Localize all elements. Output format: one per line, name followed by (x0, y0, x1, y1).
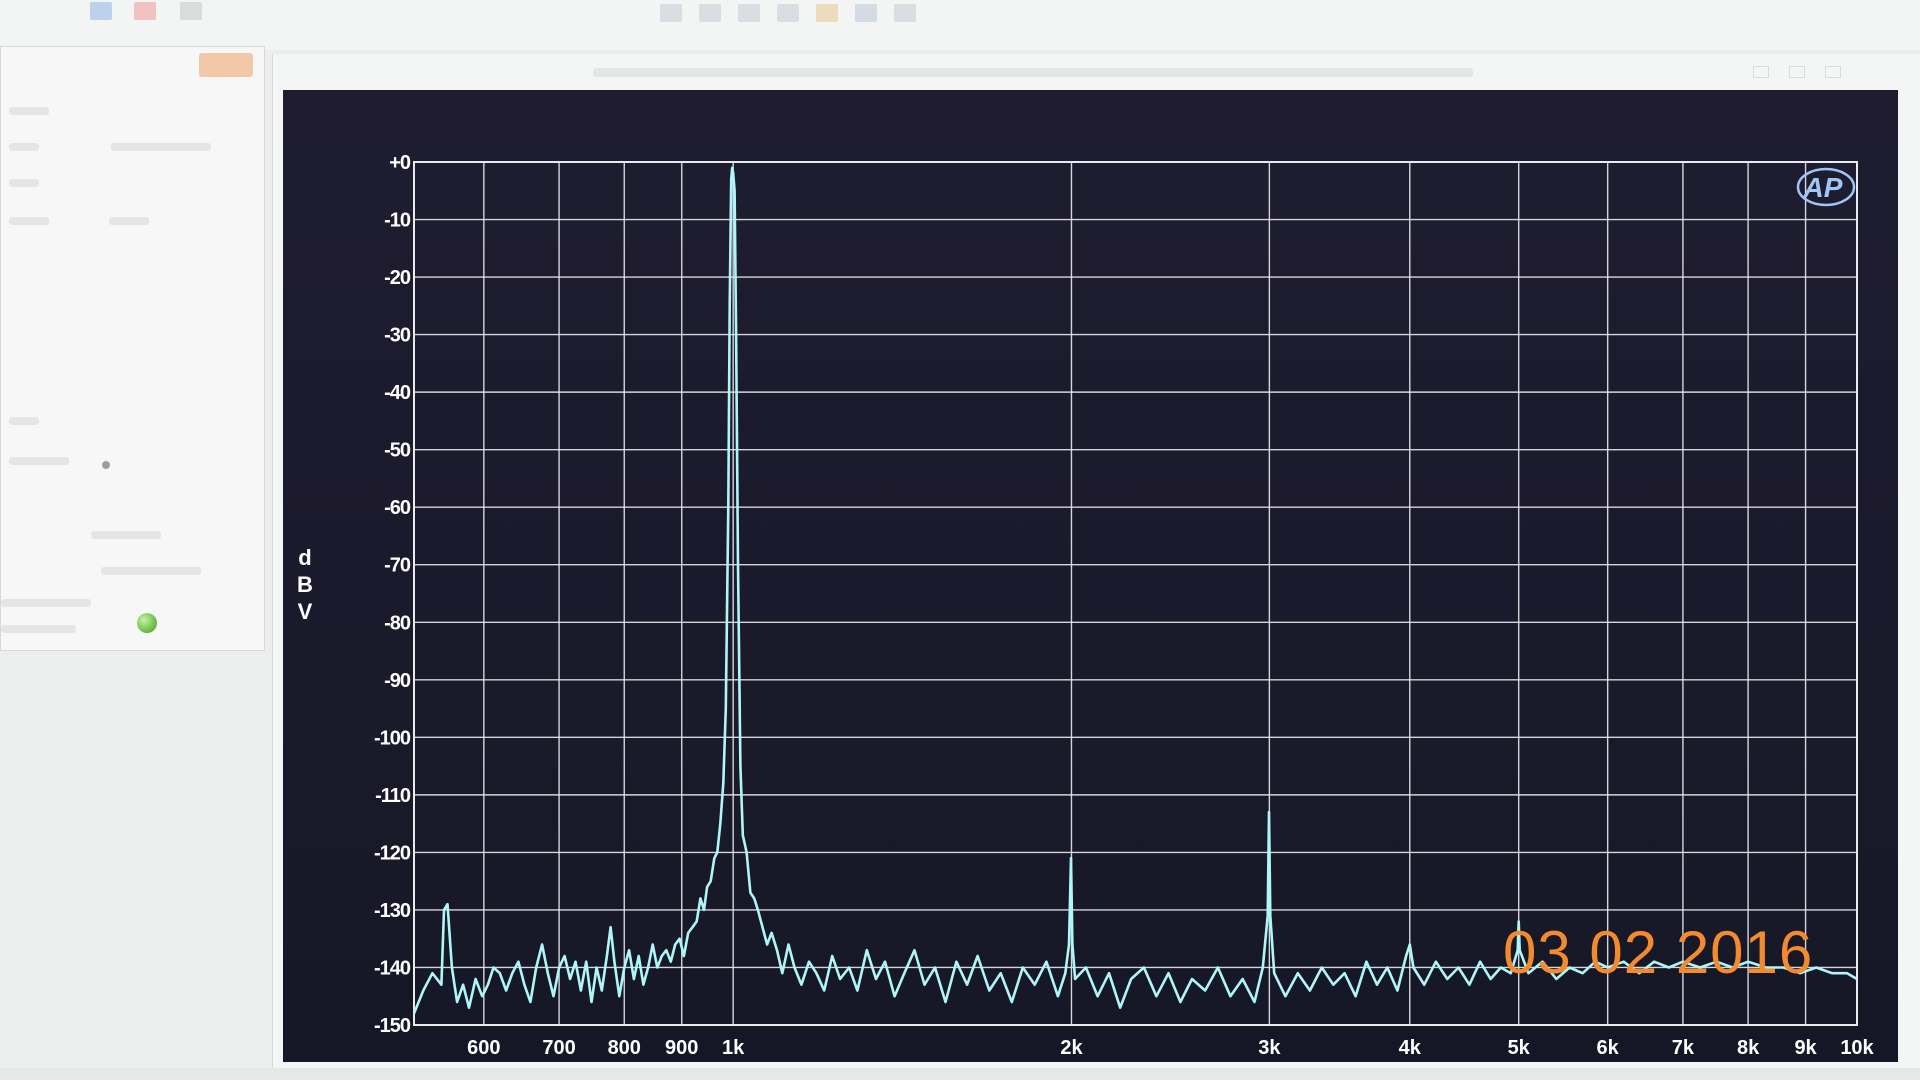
view-icon[interactable] (894, 4, 916, 22)
radio-dot[interactable] (102, 461, 110, 469)
view-icon[interactable] (777, 4, 799, 22)
ap-logo-text: AP (1803, 172, 1843, 203)
panel-row (1, 599, 91, 607)
x-tick-label: 7k (1672, 1037, 1695, 1059)
view-icon[interactable] (738, 4, 760, 22)
y-tick-label: +0 (389, 152, 411, 174)
y-tick-label: -80 (384, 612, 411, 634)
toolbar (0, 0, 1920, 50)
y-tick-label: -100 (374, 727, 411, 749)
minimize-button[interactable] (1753, 66, 1769, 78)
y-tick-label: -90 (384, 670, 411, 692)
window-title (593, 68, 1473, 77)
x-tick-label: 4k (1399, 1037, 1422, 1059)
x-tick-label: 3k (1258, 1037, 1281, 1059)
x-tick-label: 9k (1794, 1037, 1817, 1059)
status-strip (0, 1068, 1920, 1080)
y-tick-label: -10 (384, 210, 411, 232)
x-tick-label: 1k (722, 1037, 745, 1059)
plot-area: +0 -10 -20 -30 -40 -50 -60 -70 -80 -90 -100 -110 -12… (283, 90, 1898, 1062)
y-tick-label: -20 (384, 267, 411, 289)
settings-panel (0, 46, 265, 651)
y-axis-label: dBV (297, 545, 313, 624)
panel-row (1, 625, 76, 633)
panel-row (9, 217, 49, 225)
panel-row (111, 143, 211, 151)
panel-row (9, 457, 69, 465)
spectrum-trace (412, 166, 1858, 1014)
status-led-icon (137, 613, 157, 633)
panel-row (9, 417, 39, 425)
y-tick-label: -130 (374, 900, 411, 922)
date-stamp: 03 02 2016 (1503, 919, 1814, 986)
x-tick-label: 10k (1840, 1037, 1874, 1059)
view-icon[interactable] (660, 4, 682, 22)
y-tick-label: -140 (374, 957, 411, 979)
panel-row (91, 531, 161, 539)
arrow-icon[interactable] (134, 2, 156, 20)
x-tick-label: 900 (665, 1037, 698, 1059)
view-icon[interactable] (855, 4, 877, 22)
maximize-button[interactable] (1789, 66, 1805, 78)
x-tick-label: 2k (1060, 1037, 1083, 1059)
panel-row (101, 567, 201, 575)
y-tick-label: -70 (384, 555, 411, 577)
x-tick-label: 700 (542, 1037, 575, 1059)
x-tick-label: 6k (1597, 1037, 1620, 1059)
panel-row (9, 107, 49, 115)
panel-row (109, 217, 149, 225)
x-tick-label: 600 (467, 1037, 500, 1059)
spectrum-chart: +0 -10 -20 -30 -40 -50 -60 -70 -80 -90 -100 -110 -12… (297, 152, 1875, 1059)
x-tick-label: 8k (1737, 1037, 1760, 1059)
y-tick-label: -110 (375, 785, 411, 807)
y-tick-label: -150 (374, 1015, 411, 1037)
ap-logo: AP (1796, 167, 1856, 207)
view-icon[interactable] (816, 4, 838, 22)
close-button[interactable] (1825, 66, 1841, 78)
plot-border (413, 161, 1858, 1026)
panel-row (9, 179, 39, 187)
panel-row (9, 143, 39, 151)
spectrum-icon[interactable] (90, 2, 112, 20)
x-tick-label: 5k (1508, 1037, 1531, 1059)
y-tick-label: -50 (384, 440, 411, 462)
x-tick-label: 800 (608, 1037, 641, 1059)
y-tick-label: -120 (374, 842, 411, 864)
panel-tab[interactable] (199, 53, 253, 77)
cursor-icon[interactable] (180, 2, 202, 20)
view-icon[interactable] (699, 4, 721, 22)
y-tick-label: -60 (384, 497, 411, 519)
window-titlebar (273, 54, 1920, 88)
y-tick-label: -40 (384, 382, 411, 404)
y-tick-label: -30 (384, 325, 411, 347)
